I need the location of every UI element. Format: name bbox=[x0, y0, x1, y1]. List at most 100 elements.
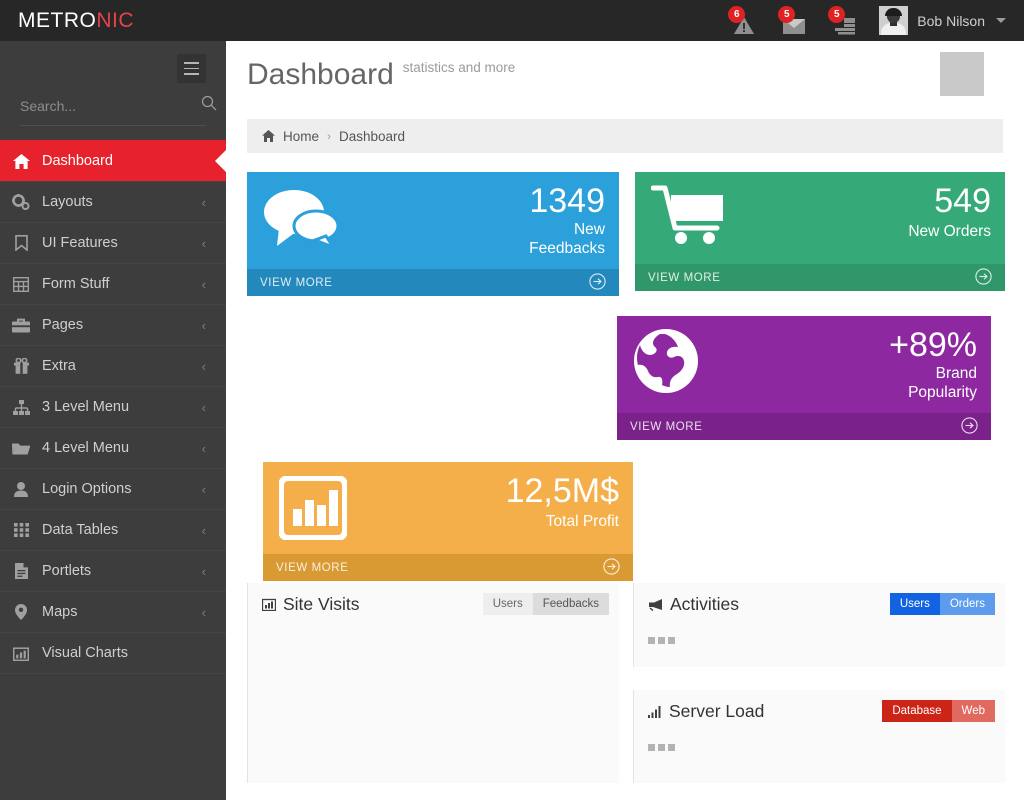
sidebar-search bbox=[20, 95, 217, 126]
bar-chart-icon bbox=[262, 597, 276, 611]
tile-body: +89% Brand Popularity bbox=[617, 316, 991, 413]
sidebar-item-label: Extra bbox=[42, 358, 76, 374]
chevron-left-icon: ‹ bbox=[201, 399, 206, 415]
bullhorn-icon bbox=[648, 598, 663, 611]
chevron-left-icon: ‹ bbox=[201, 317, 206, 333]
loading-dot bbox=[668, 744, 675, 751]
search-input[interactable] bbox=[20, 97, 201, 114]
sidebar-item-label: Maps bbox=[42, 604, 78, 620]
chevron-left-icon: ‹ bbox=[201, 358, 206, 374]
loading-dot bbox=[668, 637, 675, 644]
loading-dot bbox=[658, 744, 665, 751]
sidebar-item-extra[interactable]: Extra ‹ bbox=[0, 345, 226, 387]
server-load-web-button[interactable]: Web bbox=[951, 700, 995, 722]
breadcrumb-home-link[interactable]: Home bbox=[283, 129, 319, 144]
arrow-right-circle-icon bbox=[603, 557, 620, 578]
sidebar-item-pages[interactable]: Pages ‹ bbox=[0, 304, 226, 346]
site-visits-users-button[interactable]: Users bbox=[482, 593, 533, 615]
portlet-header: Site Visits Users Feedbacks bbox=[248, 583, 619, 625]
chevron-down-icon bbox=[996, 18, 1006, 23]
sidebar-item-label: UI Features bbox=[42, 235, 118, 251]
sidebar-item-login-options[interactable]: Login Options ‹ bbox=[0, 468, 226, 510]
portlet-site-visits: Site Visits Users Feedbacks bbox=[247, 583, 619, 783]
brand-logo[interactable]: METRONIC bbox=[0, 9, 226, 33]
sidebar-item-label: Dashboard bbox=[42, 153, 113, 169]
breadcrumb-separator: › bbox=[327, 129, 332, 143]
loading-dot bbox=[658, 637, 665, 644]
portlet-server-load: Server Load Database Web bbox=[633, 690, 1005, 783]
activities-users-button[interactable]: Users bbox=[889, 593, 940, 615]
hamburger-line bbox=[184, 67, 199, 70]
sitemap-icon bbox=[0, 399, 42, 415]
tile-description: New Orders bbox=[908, 222, 991, 241]
header-placeholder-box bbox=[940, 52, 984, 96]
stat-tile-brand-popularity[interactable]: +89% Brand Popularity VIEW MORE bbox=[617, 316, 991, 440]
arrow-right-circle-icon bbox=[975, 267, 992, 288]
tile-footer[interactable]: VIEW MORE bbox=[263, 554, 633, 581]
header-right-group: 6 5 5 Bob Nilson bbox=[719, 0, 1024, 41]
chevron-left-icon: ‹ bbox=[201, 440, 206, 456]
portlet-body bbox=[634, 625, 1005, 656]
bar-chart-icon bbox=[278, 475, 348, 545]
sidebar-item-layouts[interactable]: Layouts ‹ bbox=[0, 181, 226, 223]
sidebar-item-ui-features[interactable]: UI Features ‹ bbox=[0, 222, 226, 264]
portlet-activities: Activities Users Orders bbox=[633, 583, 1005, 667]
user-profile-menu[interactable]: Bob Nilson bbox=[869, 0, 1012, 41]
tile-desc-line2: Popularity bbox=[908, 384, 977, 401]
sidebar-item-maps[interactable]: Maps ‹ bbox=[0, 591, 226, 633]
cart-icon bbox=[650, 184, 731, 251]
comments-icon bbox=[263, 186, 340, 253]
portlet-title: Site Visits bbox=[283, 593, 360, 614]
user-icon bbox=[0, 481, 42, 497]
chevron-left-icon: ‹ bbox=[201, 481, 206, 497]
sidebar-item-portlets[interactable]: Portlets ‹ bbox=[0, 550, 226, 592]
arrow-right-circle-icon bbox=[589, 272, 606, 293]
notification-warning-button[interactable]: 6 bbox=[719, 0, 769, 41]
sidebar-item-visual-charts[interactable]: Visual Charts bbox=[0, 632, 226, 674]
tile-body: 12,5M$ Total Profit bbox=[263, 462, 633, 554]
sidebar-item-form-stuff[interactable]: Form Stuff ‹ bbox=[0, 263, 226, 305]
user-name-label: Bob Nilson bbox=[917, 12, 985, 29]
notification-tasks-button[interactable]: 5 bbox=[819, 0, 869, 41]
sidebar-item-4-level-menu[interactable]: 4 Level Menu ‹ bbox=[0, 427, 226, 469]
bookmark-icon bbox=[0, 235, 42, 251]
tile-number: 12,5M$ bbox=[505, 472, 619, 510]
stat-tile-new-orders[interactable]: 549 New Orders VIEW MORE bbox=[635, 172, 1005, 291]
tile-number: +89% bbox=[889, 326, 977, 364]
sidebar-toggle-button[interactable] bbox=[177, 54, 206, 83]
view-more-label: VIEW MORE bbox=[648, 271, 721, 284]
server-load-database-button[interactable]: Database bbox=[882, 700, 952, 722]
top-header-bar: METRONIC 6 5 5 Bob Nilson bbox=[0, 0, 1024, 41]
tile-footer[interactable]: VIEW MORE bbox=[635, 264, 1005, 291]
sidebar-item-3-level-menu[interactable]: 3 Level Menu ‹ bbox=[0, 386, 226, 428]
sidebar-item-dashboard[interactable]: Dashboard bbox=[0, 140, 226, 182]
chevron-left-icon: ‹ bbox=[201, 235, 206, 251]
activities-orders-button[interactable]: Orders bbox=[939, 593, 995, 615]
stat-tiles-area: 1349 New Feedbacks VIEW MORE 549 New Ord… bbox=[247, 153, 1005, 583]
activities-toggle-group: Users Orders bbox=[889, 593, 995, 615]
tile-description: New Feedbacks bbox=[529, 220, 605, 258]
tile-footer[interactable]: VIEW MORE bbox=[247, 269, 619, 296]
tile-footer[interactable]: VIEW MORE bbox=[617, 413, 991, 440]
brand-part-2: NIC bbox=[96, 8, 134, 32]
chevron-left-icon: ‹ bbox=[201, 194, 206, 210]
sidebar-item-label: Layouts bbox=[42, 194, 93, 210]
search-icon[interactable] bbox=[201, 95, 217, 116]
brand-part-1: METRO bbox=[18, 8, 97, 32]
sidebar-item-label: Visual Charts bbox=[42, 645, 128, 661]
portlet-title: Server Load bbox=[669, 700, 765, 721]
tile-description: Brand Popularity bbox=[908, 364, 977, 402]
chevron-left-icon: ‹ bbox=[201, 563, 206, 579]
loading-dot bbox=[648, 637, 655, 644]
stat-tile-new-feedbacks[interactable]: 1349 New Feedbacks VIEW MORE bbox=[247, 172, 619, 296]
chevron-left-icon: ‹ bbox=[201, 604, 206, 620]
notification-messages-button[interactable]: 5 bbox=[769, 0, 819, 41]
site-visits-feedbacks-button[interactable]: Feedbacks bbox=[532, 593, 609, 615]
sidebar-item-data-tables[interactable]: Data Tables ‹ bbox=[0, 509, 226, 551]
stat-tile-total-profit[interactable]: 12,5M$ Total Profit VIEW MORE bbox=[263, 462, 633, 581]
gift-icon bbox=[0, 358, 42, 374]
chevron-left-icon: ‹ bbox=[201, 522, 206, 538]
tile-body: 1349 New Feedbacks bbox=[247, 172, 619, 269]
hamburger-line bbox=[184, 73, 199, 75]
portlet-title: Activities bbox=[670, 593, 740, 614]
